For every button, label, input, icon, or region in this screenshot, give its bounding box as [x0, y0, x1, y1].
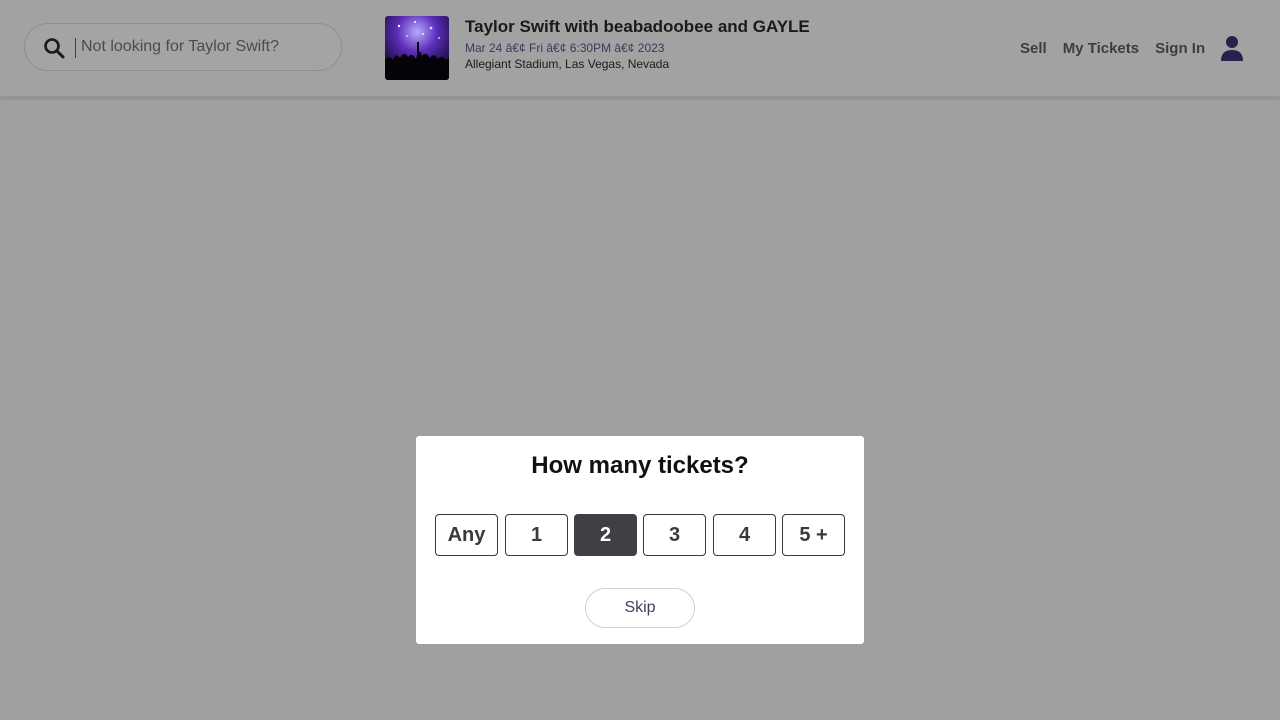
search-icon[interactable]	[43, 37, 67, 59]
event-title[interactable]: Taylor Swift with beabadoobee and GAYLE	[465, 17, 810, 37]
search-bar[interactable]	[24, 23, 342, 71]
ticket-quantity-modal: How many tickets? Any 1 2 3 4 5 + Skip	[416, 436, 864, 644]
sign-in-link[interactable]: Sign In	[1147, 40, 1213, 57]
my-tickets-link[interactable]: My Tickets	[1055, 40, 1147, 57]
event-thumbnail[interactable]	[385, 16, 449, 80]
quantity-option-4[interactable]: 4	[713, 514, 776, 556]
search-divider	[75, 38, 76, 58]
header-nav: Sell My Tickets Sign In	[1018, 36, 1213, 60]
quantity-option-any[interactable]: Any	[435, 514, 498, 556]
search-input[interactable]	[81, 36, 301, 58]
quantity-option-1[interactable]: 1	[505, 514, 568, 556]
modal-title: How many tickets?	[531, 452, 749, 479]
sell-link[interactable]: Sell	[1018, 40, 1055, 57]
event-venue: Allegiant Stadium, Las Vegas, Nevada	[465, 57, 670, 71]
skip-button[interactable]: Skip	[585, 588, 695, 628]
quantity-option-3[interactable]: 3	[643, 514, 706, 556]
event-date: Mar 24 â€¢ Fri â€¢ 6:30PM â€¢ 2023	[465, 41, 665, 55]
quantity-option-2[interactable]: 2	[574, 514, 637, 556]
user-icon[interactable]	[1218, 33, 1246, 63]
event-content-area	[5, 119, 1243, 425]
top-header: Taylor Swift with beabadoobee and GAYLE …	[0, 0, 1280, 97]
quantity-option-5-plus[interactable]: 5 +	[782, 514, 845, 556]
